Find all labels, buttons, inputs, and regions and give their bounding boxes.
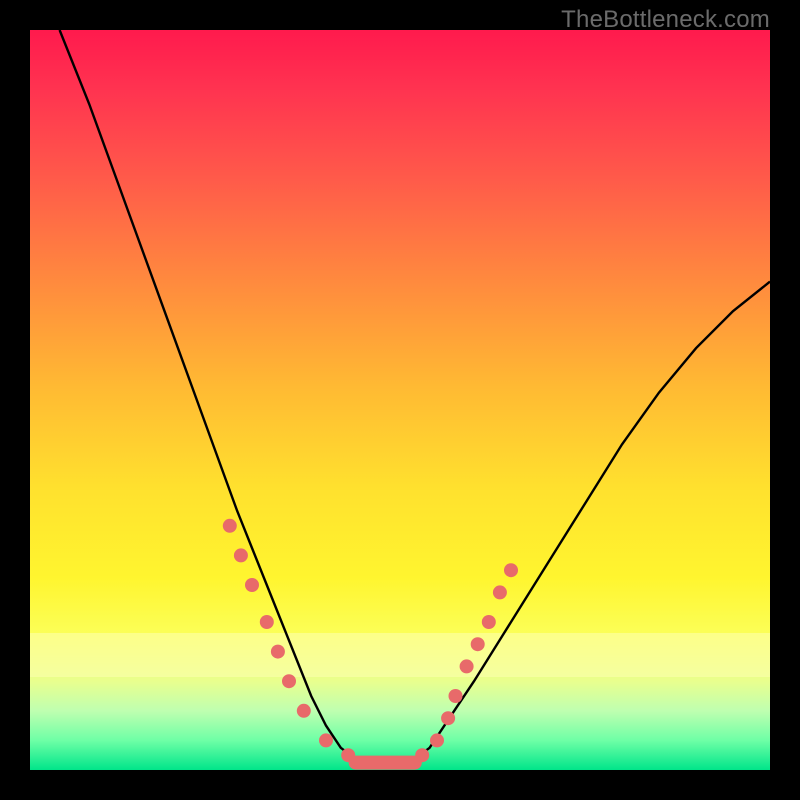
curve-marker bbox=[223, 519, 237, 533]
chart-frame: TheBottleneck.com bbox=[0, 0, 800, 800]
curve-marker bbox=[430, 733, 444, 747]
curve-marker bbox=[460, 659, 474, 673]
curve-svg bbox=[30, 30, 770, 770]
curve-marker bbox=[245, 578, 259, 592]
curve-markers bbox=[223, 519, 518, 763]
curve-marker bbox=[282, 674, 296, 688]
curve-marker bbox=[260, 615, 274, 629]
curve-marker bbox=[297, 704, 311, 718]
plot-area bbox=[30, 30, 770, 770]
curve-marker bbox=[482, 615, 496, 629]
curve-marker bbox=[504, 563, 518, 577]
curve-marker bbox=[449, 689, 463, 703]
curve-marker bbox=[441, 711, 455, 725]
curve-marker bbox=[319, 733, 333, 747]
curve-marker bbox=[493, 585, 507, 599]
curve-marker bbox=[471, 637, 485, 651]
curve-marker bbox=[271, 645, 285, 659]
curve-marker bbox=[234, 548, 248, 562]
bottleneck-curve bbox=[60, 30, 770, 763]
